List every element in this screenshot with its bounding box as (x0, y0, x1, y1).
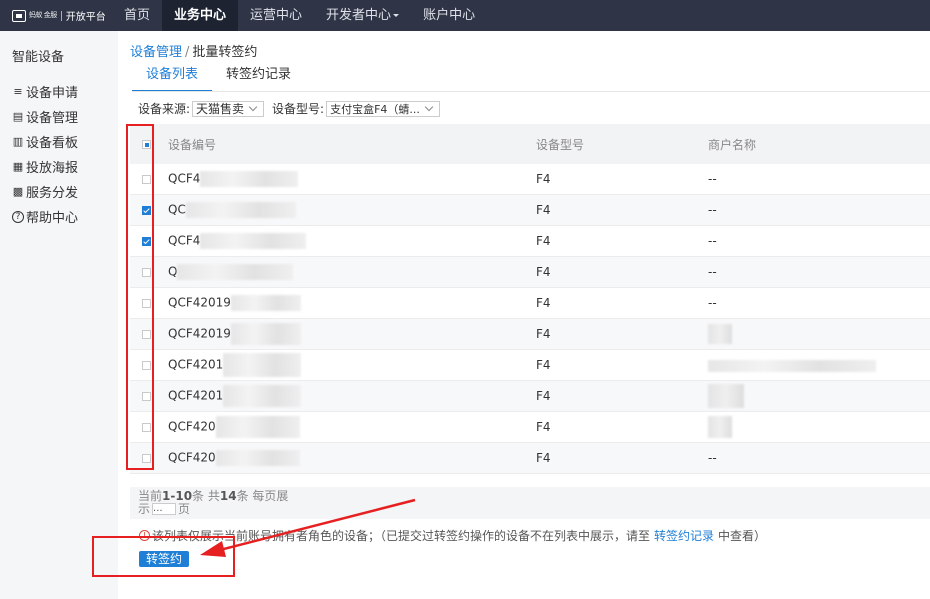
arrow-shaft (211, 498, 416, 554)
arrow-head (200, 541, 226, 557)
annotation-arrow (200, 498, 416, 557)
